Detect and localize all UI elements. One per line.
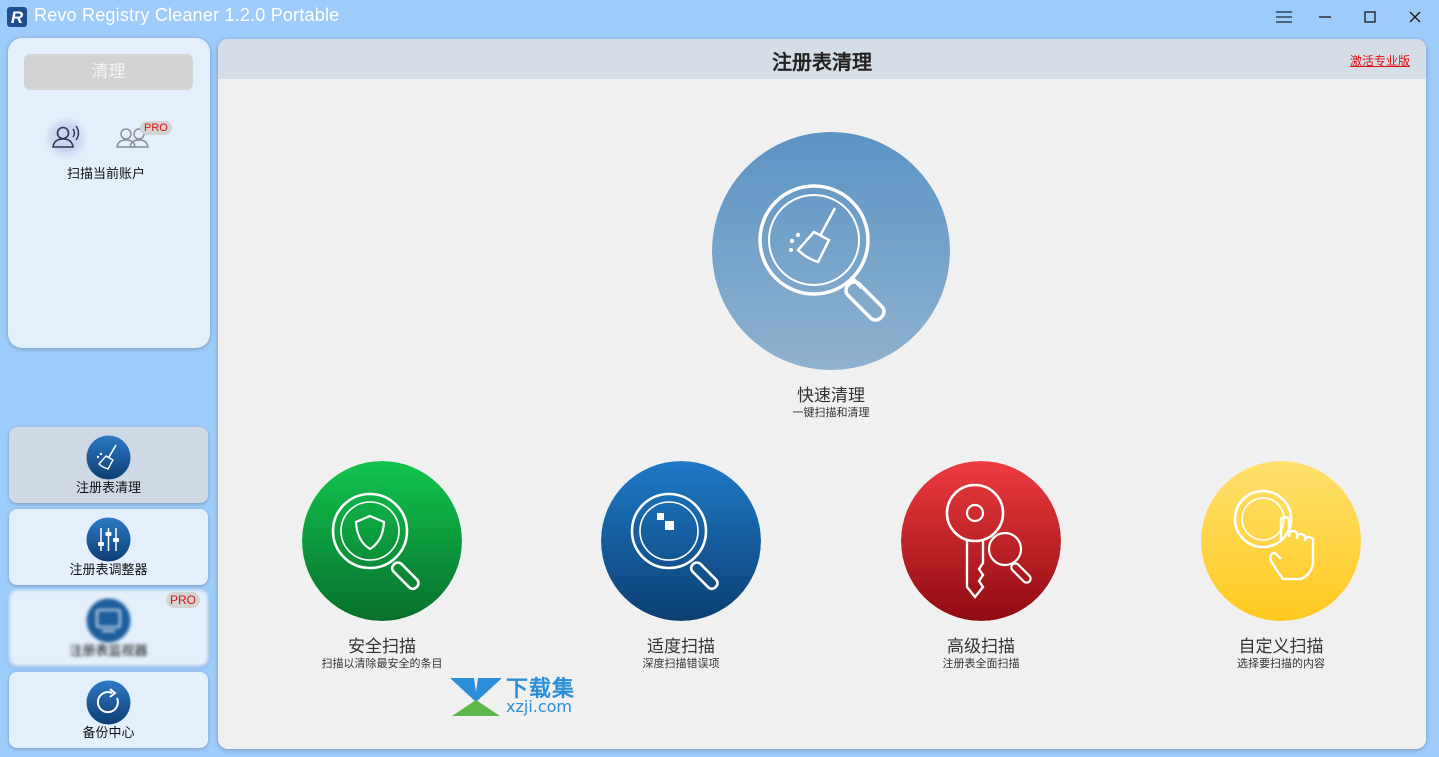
broom-icon [86, 435, 131, 480]
safe-scan-subtitle: 扫描以清除最安全的条目 [321, 657, 443, 670]
safe-scan-title: 安全扫描 [348, 637, 416, 657]
advanced-scan-title: 高级扫描 [947, 637, 1015, 657]
title-bar: R Revo Registry Cleaner 1.2.0 Portable [0, 0, 1439, 34]
app-logo-icon: R [7, 7, 27, 27]
nav-label: 注册表调整器 [69, 563, 148, 578]
nav-label: 注册表监视器 [69, 644, 148, 659]
moderate-scan-title: 适度扫描 [647, 637, 715, 657]
nav-registry-cleaner[interactable]: 注册表清理 [9, 427, 208, 503]
maximize-icon[interactable] [1357, 4, 1383, 30]
menu-icon[interactable] [1271, 4, 1297, 30]
account-panel: 清理 PRO 扫描当前账户 [8, 38, 210, 348]
quick-clean-title: 快速清理 [797, 386, 865, 406]
clean-button[interactable]: 清理 [24, 54, 193, 90]
watermark-domain-text: xzji.com [506, 697, 573, 716]
watermark-logo-icon [450, 678, 502, 716]
custom-scan-subtitle: 选择要扫描的内容 [1237, 657, 1325, 670]
pro-badge: PRO [140, 121, 172, 135]
quick-clean-button[interactable] [712, 132, 950, 370]
nav-registry-tweaker[interactable]: 注册表调整器 [9, 509, 208, 585]
moderate-scan-subtitle: 深度扫描错误项 [642, 657, 720, 670]
nav-backup-center[interactable]: 备份中心 [9, 672, 208, 748]
backup-refresh-icon [86, 680, 131, 725]
main-header: 注册表清理 激活专业版 [218, 39, 1426, 79]
svg-text:R: R [11, 8, 24, 27]
minimize-icon[interactable] [1312, 4, 1338, 30]
custom-scan-button[interactable] [1201, 461, 1361, 621]
main-panel: 注册表清理 激活专业版 快速清理 一键扫描和清理 安全扫描 扫描以清除最安全的条… [218, 39, 1426, 749]
quick-clean-subtitle: 一键扫描和清理 [792, 406, 870, 419]
activate-pro-link[interactable]: 激活专业版 [1350, 52, 1410, 69]
nav-label: 备份中心 [82, 726, 135, 741]
scan-current-account-label: 扫描当前账户 [66, 167, 145, 182]
custom-scan-title: 自定义扫描 [1238, 637, 1324, 657]
close-icon[interactable] [1402, 4, 1428, 30]
advanced-scan-subtitle: 注册表全面扫描 [942, 657, 1020, 670]
current-user-icon[interactable] [44, 116, 88, 160]
moderate-scan-button[interactable] [601, 461, 761, 621]
monitor-pro-badge: PRO [166, 592, 201, 608]
safe-scan-button[interactable] [302, 461, 462, 621]
sliders-icon [86, 517, 131, 562]
window-title: Revo Registry Cleaner 1.2.0 Portable [34, 5, 340, 25]
advanced-scan-button[interactable] [901, 461, 1061, 621]
nav-label: 注册表清理 [75, 481, 141, 496]
monitor-icon [86, 598, 131, 643]
page-title: 注册表清理 [772, 50, 872, 74]
